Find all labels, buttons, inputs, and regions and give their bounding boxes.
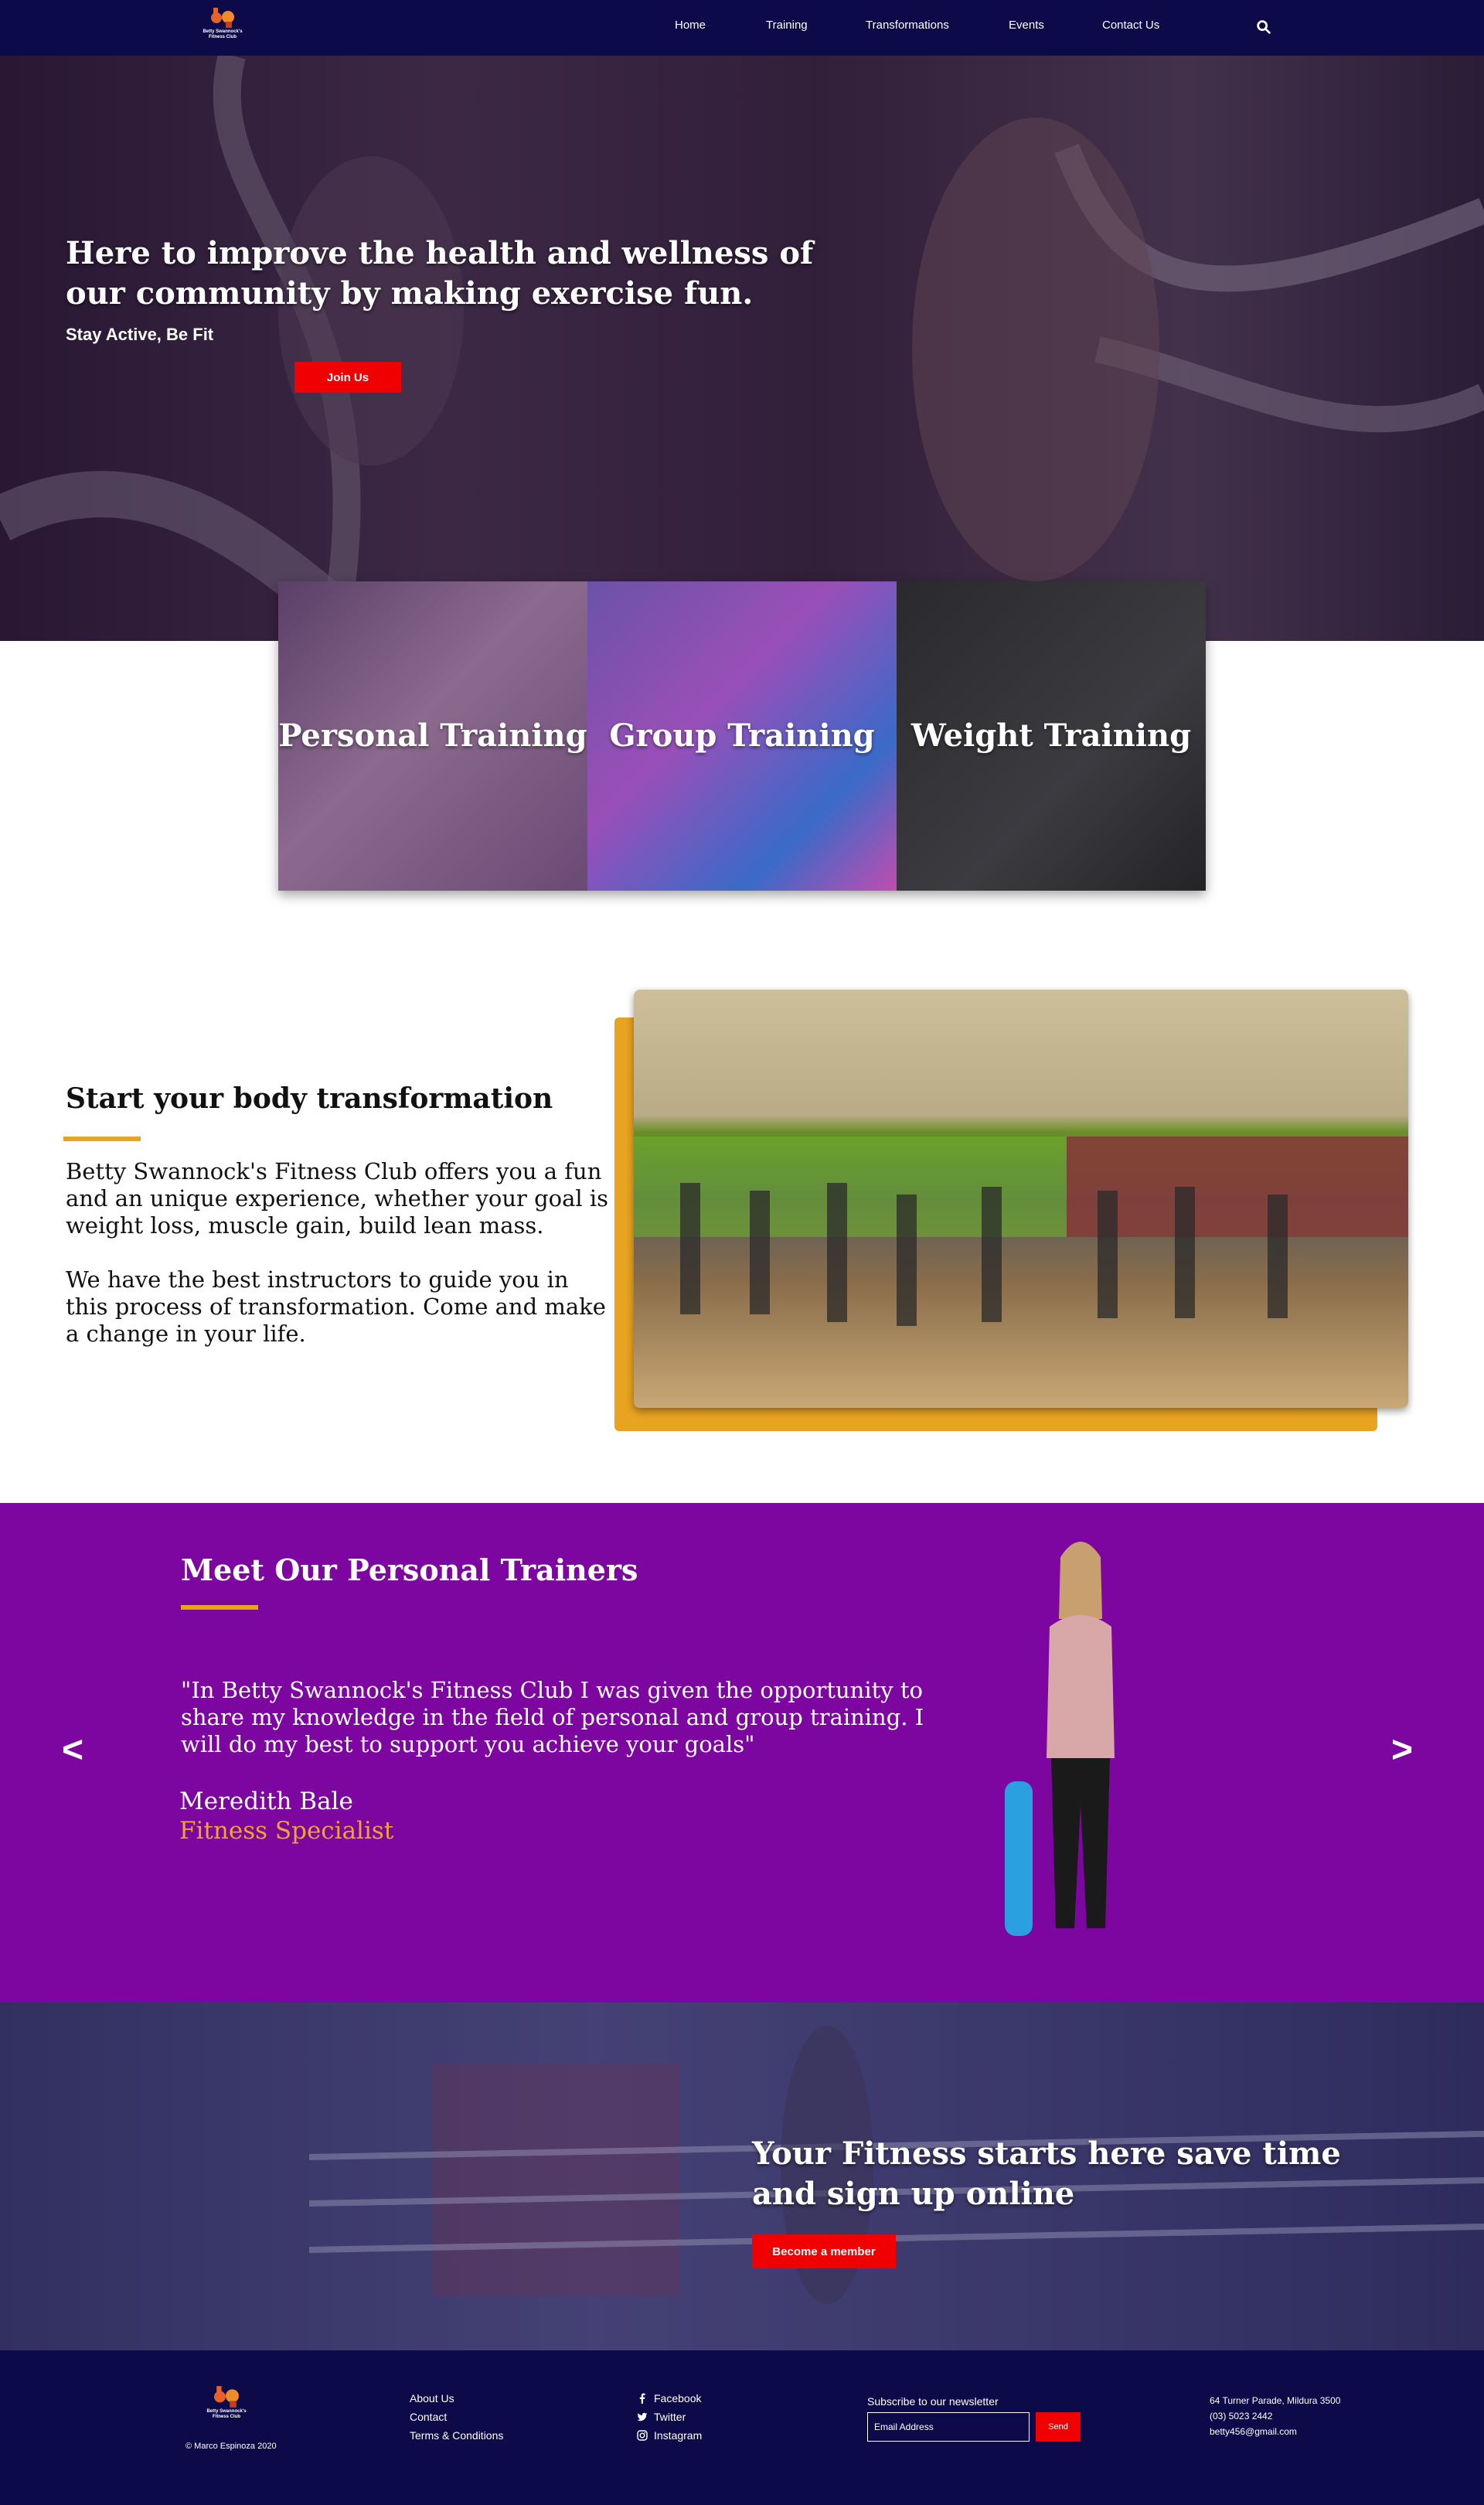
card-personal-training[interactable]: Personal Training <box>278 581 587 891</box>
instagram-icon <box>637 2430 648 2441</box>
logo-text: Betty Swannock's Fitness Club <box>206 2409 247 2419</box>
card-group-training[interactable]: Group Training <box>587 581 897 891</box>
trainer-name: Meredith Bale <box>179 1788 353 1815</box>
trainer-role: Fitness Specialist <box>179 1817 394 1845</box>
nav-home[interactable]: Home <box>675 19 706 32</box>
club-logo[interactable]: Betty Swannock's Fitness Club <box>198 6 247 40</box>
footer-logo[interactable]: Betty Swannock's Fitness Club <box>199 2384 254 2420</box>
hero-overlay <box>0 56 1484 641</box>
signup-cta-section: Your Fitness starts here save time and s… <box>0 2002 1484 2350</box>
logo-icon <box>211 8 234 28</box>
program-cards: Personal Training Group Training Weight … <box>278 581 1206 891</box>
footer-social-twitter[interactable]: Twitter <box>637 2411 686 2423</box>
footer-link-about[interactable]: About Us <box>410 2392 454 2404</box>
trainers-section: Meet Our Personal Trainers "In Betty Swa… <box>0 1503 1484 2002</box>
footer-phone: (03) 5023 2442 <box>1210 2411 1273 2422</box>
hero-subheadline: Stay Active, Be Fit <box>66 325 214 344</box>
social-label: Instagram <box>654 2429 703 2442</box>
footer: Betty Swannock's Fitness Club © Marco Es… <box>0 2350 1484 2505</box>
transformation-title: Start your body transformation <box>66 1082 553 1115</box>
newsletter-email-input[interactable] <box>867 2412 1030 2442</box>
transformation-paragraph: Betty Swannock's Fitness Club offers you… <box>66 1158 609 1239</box>
footer-address: 64 Turner Parade, Mildura 3500 <box>1210 2395 1341 2406</box>
footer-link-terms[interactable]: Terms & Conditions <box>410 2429 503 2442</box>
nav-transformations[interactable]: Transformations <box>866 19 949 32</box>
footer-email: betty456@gmail.com <box>1210 2426 1297 2437</box>
footer-social-facebook[interactable]: Facebook <box>637 2392 701 2404</box>
social-label: Twitter <box>654 2411 686 2423</box>
transformation-paragraph: We have the best instructors to guide yo… <box>66 1266 606 1347</box>
join-us-button[interactable]: Join Us <box>294 362 401 393</box>
footer-social-instagram[interactable]: Instagram <box>637 2429 702 2442</box>
trainers-title: Meet Our Personal Trainers <box>181 1552 638 1587</box>
card-label: Weight Training <box>910 717 1192 754</box>
become-member-button[interactable]: Become a member <box>752 2234 896 2268</box>
facebook-icon <box>639 2393 645 2404</box>
logo-text: Betty Swannock's Fitness Club <box>203 29 243 39</box>
social-label: Facebook <box>654 2392 702 2404</box>
transformation-text: Betty Swannock's Fitness Club offers you… <box>66 1158 614 1375</box>
nav-contact-us[interactable]: Contact Us <box>1102 19 1159 32</box>
hero-section: Here to improve the health and wellness … <box>0 56 1484 641</box>
newsletter-send-button[interactable]: Send <box>1036 2412 1081 2442</box>
trainer-quote: "In Betty Swannock's Fitness Club I was … <box>181 1677 924 1757</box>
newsletter-label: Subscribe to our newsletter <box>867 2395 999 2408</box>
group-class-photo <box>634 990 1408 1408</box>
card-label: Personal Training <box>278 717 587 754</box>
nav-events[interactable]: Events <box>1009 19 1044 32</box>
twitter-icon <box>637 2412 648 2422</box>
gym-class-image <box>634 1137 1408 1326</box>
nav-training[interactable]: Training <box>766 19 808 32</box>
hero-headline: Here to improve the health and wellness … <box>66 235 814 312</box>
footer-link-contact[interactable]: Contact <box>410 2411 447 2423</box>
title-underline <box>181 1605 258 1610</box>
carousel-next-arrow[interactable]: > <box>1391 1729 1413 1771</box>
title-underline <box>63 1137 141 1141</box>
carousel-prev-arrow[interactable]: < <box>62 1729 83 1771</box>
card-label: Group Training <box>609 717 875 754</box>
card-weight-training[interactable]: Weight Training <box>897 581 1206 891</box>
logo-icon <box>214 2386 239 2408</box>
cta-headline: Your Fitness starts here save time and s… <box>752 2135 1341 2212</box>
search-icon[interactable] <box>1255 19 1272 36</box>
trainer-photo <box>1005 1542 1115 1936</box>
copyright: © Marco Espinoza 2020 <box>186 2442 277 2451</box>
top-navigation: Betty Swannock's Fitness Club Home Train… <box>0 0 1484 56</box>
